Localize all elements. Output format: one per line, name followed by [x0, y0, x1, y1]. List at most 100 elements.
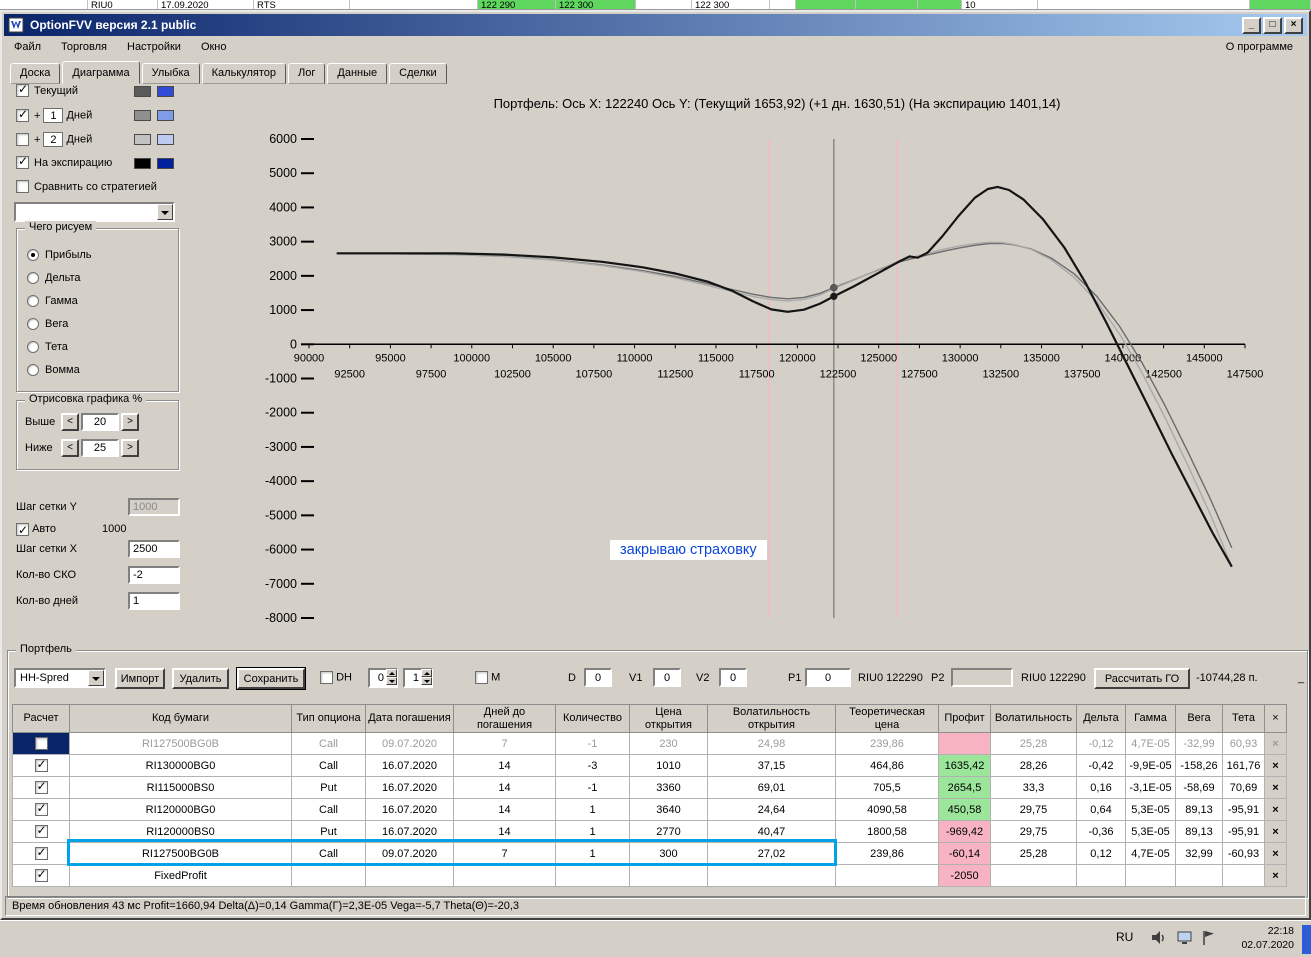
v2-input[interactable]: [719, 668, 747, 687]
delete-button[interactable]: Удалить: [172, 668, 229, 689]
delete-row-button[interactable]: ×: [1264, 754, 1287, 777]
menu-file[interactable]: Файл: [4, 38, 51, 56]
delete-row-button[interactable]: ×: [1264, 820, 1287, 843]
sko-count-input[interactable]: [128, 566, 180, 584]
maximize-icon[interactable]: □: [1263, 16, 1282, 34]
calc-cell[interactable]: [12, 820, 70, 843]
checkbox-expiration[interactable]: [16, 154, 29, 169]
color-swatch: [157, 86, 174, 97]
toggle-expiration[interactable]: На экспирацию: [16, 154, 188, 172]
strategy-combobox[interactable]: [14, 202, 175, 222]
tab-trades[interactable]: Сделки: [389, 63, 447, 84]
dh-spinner-2[interactable]: 1: [403, 668, 433, 688]
tab-diagram[interactable]: Диаграмма: [62, 61, 140, 84]
spin-up-icon[interactable]: [386, 669, 397, 677]
delete-row-button[interactable]: ×: [1264, 732, 1287, 755]
import-button[interactable]: Импорт: [115, 668, 165, 689]
svg-text:0: 0: [290, 337, 297, 351]
row-checkbox[interactable]: [34, 779, 48, 794]
days2-input[interactable]: [43, 132, 64, 147]
decrease-below-button[interactable]: [61, 439, 79, 457]
checkbox-dh[interactable]: [320, 671, 333, 684]
checkbox-m[interactable]: [475, 671, 488, 684]
flag-icon[interactable]: [1200, 929, 1218, 947]
row-checkbox[interactable]: [34, 801, 48, 816]
p1-input[interactable]: [805, 668, 851, 687]
monitor-icon[interactable]: [1176, 929, 1194, 947]
cell-vega: -58,69: [1175, 776, 1223, 799]
delete-row-button[interactable]: ×: [1264, 842, 1287, 865]
calc-cell[interactable]: [12, 776, 70, 799]
tab-data[interactable]: Данные: [327, 63, 388, 84]
calc-cell[interactable]: [12, 864, 70, 887]
spin-down-icon[interactable]: [386, 677, 397, 685]
dh-label: DH: [336, 671, 352, 684]
preset-combobox[interactable]: HH-Spred: [14, 668, 106, 688]
toggle-current[interactable]: Текущий: [16, 82, 188, 100]
close-icon[interactable]: ×: [1284, 16, 1303, 34]
calc-cell[interactable]: [12, 754, 70, 777]
row-checkbox[interactable]: [34, 757, 48, 772]
dh-spinner-1[interactable]: 0: [368, 668, 398, 688]
radio-vega[interactable]: Вега: [17, 312, 178, 335]
minimize-icon[interactable]: _: [1242, 16, 1261, 34]
chevron-down-icon[interactable]: [157, 204, 173, 220]
chevron-down-icon[interactable]: [88, 670, 104, 686]
radio-theta[interactable]: Тета: [17, 335, 178, 358]
screen: RIU0 17.09.2020 RTS 122 290 122 300 122 300 10…: [0, 0, 1311, 957]
radio-vomma[interactable]: Вомма: [17, 358, 178, 381]
calc-margin-button[interactable]: Рассчитать ГО: [1094, 668, 1190, 689]
radio-delta[interactable]: Дельта: [17, 266, 178, 289]
auto-label: Авто: [32, 523, 57, 535]
tray-clock[interactable]: 22:18 02.07.2020: [1222, 924, 1294, 952]
menu-about[interactable]: О программе: [1212, 38, 1307, 56]
radio-profit[interactable]: Прибыль: [17, 243, 178, 266]
days1-input[interactable]: [43, 108, 64, 123]
above-input[interactable]: [81, 413, 119, 431]
calc-cell[interactable]: [12, 798, 70, 821]
calc-cell[interactable]: [12, 732, 70, 755]
v1-input[interactable]: [653, 668, 681, 687]
tab-calculator[interactable]: Калькулятор: [201, 63, 287, 84]
d-input[interactable]: [584, 668, 612, 687]
menu-window[interactable]: Окно: [191, 38, 237, 56]
delete-row-button[interactable]: ×: [1264, 776, 1287, 799]
checkbox-auto[interactable]: [16, 521, 29, 539]
menu-trading[interactable]: Торговля: [51, 38, 117, 56]
tray-edge-widget[interactable]: [1302, 925, 1311, 954]
row-checkbox[interactable]: [34, 823, 48, 838]
days-count-input[interactable]: [128, 592, 180, 610]
toggle-plus1-day[interactable]: + Дней: [16, 107, 188, 124]
toggle-plus2-days[interactable]: + Дней: [16, 132, 188, 148]
tab-smile[interactable]: Улыбка: [141, 63, 200, 84]
increase-above-button[interactable]: [121, 413, 139, 431]
toggle-compare-strategy[interactable]: Сравнить со стратегией: [16, 180, 188, 196]
checkbox-plus1[interactable]: [16, 107, 29, 122]
delete-row-button[interactable]: ×: [1264, 864, 1287, 887]
menu-settings[interactable]: Настройки: [117, 38, 191, 56]
cell-gamma: -9,9E-05: [1125, 754, 1176, 777]
spin-down-icon[interactable]: [421, 677, 432, 685]
grid-step-x-input[interactable]: [128, 540, 180, 558]
svg-text:132500: 132500: [982, 368, 1019, 380]
decrease-above-button[interactable]: [61, 413, 79, 431]
row-checkbox[interactable]: [34, 845, 48, 860]
delete-row-button[interactable]: ×: [1264, 798, 1287, 821]
checkbox-plus2[interactable]: [16, 133, 29, 146]
below-input[interactable]: [81, 439, 119, 457]
row-checkbox[interactable]: [34, 867, 48, 882]
title-bar[interactable]: OptionFVV версия 2.1 public _ □ ×: [4, 14, 1307, 36]
increase-below-button[interactable]: [121, 439, 139, 457]
checkbox-compare[interactable]: [16, 180, 29, 193]
row-checkbox[interactable]: [34, 737, 48, 750]
language-indicator[interactable]: RU: [1116, 930, 1133, 944]
checkbox-current[interactable]: [16, 82, 29, 97]
spin-up-icon[interactable]: [421, 669, 432, 677]
speaker-icon[interactable]: [1150, 929, 1168, 947]
tab-log[interactable]: Лог: [288, 63, 326, 84]
calc-cell[interactable]: [12, 842, 70, 865]
tab-board[interactable]: Доска: [10, 63, 61, 84]
save-button[interactable]: Сохранить: [236, 667, 306, 690]
radio-gamma[interactable]: Гамма: [17, 289, 178, 312]
svg-text:92500: 92500: [334, 368, 365, 380]
